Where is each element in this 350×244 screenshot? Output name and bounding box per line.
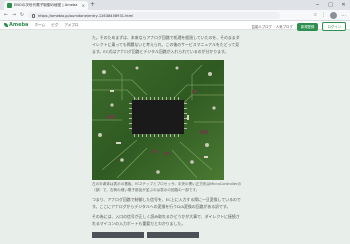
- url-input[interactable]: https://ameblo.jp/oumitone/entry-1263845…: [28, 12, 280, 19]
- login-button[interactable]: ログイン: [322, 22, 346, 31]
- close-window-button[interactable]: ✕: [337, 0, 350, 10]
- refresh-button[interactable]: ↻: [18, 11, 26, 20]
- profile-avatar[interactable]: [330, 12, 338, 19]
- ameba-leaf-icon: [4, 23, 8, 27]
- url-text: https://ameblo.jp/oumitone/entry-1263845…: [38, 13, 134, 18]
- article-paragraph: その為には、入口の信号が正しく読み取れるかどうかが大事で、ダイレクトに接続される…: [92, 214, 240, 227]
- next-image[interactable]: [92, 231, 144, 238]
- header-nav: ホーム ピグ アメブロ: [34, 23, 78, 28]
- article-paragraph: つまり、アナログ回路で制御した信号を、EC上に入力する際に一旦変換しているのです…: [92, 196, 241, 209]
- main-content: た。そのためまずは、本来ならアナログ回路で処理を経過していたのを、そのままダイレ…: [0, 31, 350, 244]
- lock-icon: [32, 13, 35, 18]
- window-controls: ─ □ ✕: [311, 0, 350, 10]
- address-bar-row: ← → ↻ https://ameblo.jp/oumitone/entry-1…: [0, 10, 350, 21]
- new-tab-button[interactable]: +: [90, 1, 95, 9]
- circuit-board-photo[interactable]: [92, 59, 224, 180]
- nav-ameblo[interactable]: アメブロ: [64, 23, 78, 28]
- browser-tab[interactable]: ENGの次世代電子制御の秘密 | Ameba ×: [4, 1, 88, 10]
- minimize-button[interactable]: ─: [311, 0, 324, 10]
- nav-home[interactable]: ホーム: [34, 23, 45, 28]
- close-tab-icon[interactable]: ×: [82, 3, 85, 8]
- nav-pigg[interactable]: ピグ: [51, 23, 58, 28]
- header-actions: 芸能人ブログ 人気ブログ 新規登録 ログイン: [252, 22, 346, 31]
- celebrity-blog-link[interactable]: 芸能人ブログ: [252, 24, 272, 29]
- photo-caption: 左の半導体は表示の基板、EC2チップとプロセッサ。中央の黒い正方形はMicroC…: [92, 181, 242, 193]
- forward-button[interactable]: →: [10, 11, 18, 20]
- back-button[interactable]: ←: [2, 11, 10, 20]
- favorite-star-icon[interactable]: ☆: [313, 12, 317, 19]
- blog-article: た。そのためまずは、本来ならアナログ回路で処理を経過していたのを、そのままダイレ…: [92, 31, 242, 244]
- popular-blog-link[interactable]: 人気ブログ: [276, 24, 293, 29]
- more-menu-icon[interactable]: …: [341, 12, 346, 19]
- signup-button[interactable]: 新規登録: [296, 22, 319, 31]
- toolbar-icons: ☆ ⋮ …: [313, 12, 346, 19]
- logo-text: Ameba: [9, 22, 29, 28]
- collections-icon[interactable]: ⋮: [321, 12, 326, 19]
- next-images-strip: [92, 231, 242, 238]
- article-paragraph: た。そのためまずは、本来ならアナログ回路で処理を経過していたのを、そのままダイレ…: [92, 35, 240, 55]
- ameba-logo[interactable]: Ameba: [4, 22, 28, 28]
- tab-title: ENGの次世代電子制御の秘密 | Ameba: [14, 3, 78, 7]
- next-image[interactable]: [147, 231, 199, 238]
- browser-tab-bar: ENGの次世代電子制御の秘密 | Ameba × + ─ □ ✕: [0, 0, 350, 10]
- maximize-button[interactable]: □: [324, 0, 337, 10]
- pcb-image-icon: [92, 59, 224, 180]
- ameba-favicon-icon: [7, 3, 12, 8]
- site-header: Ameba ホーム ピグ アメブロ 芸能人ブログ 人気ブログ 新規登録 ログイン: [0, 21, 350, 31]
